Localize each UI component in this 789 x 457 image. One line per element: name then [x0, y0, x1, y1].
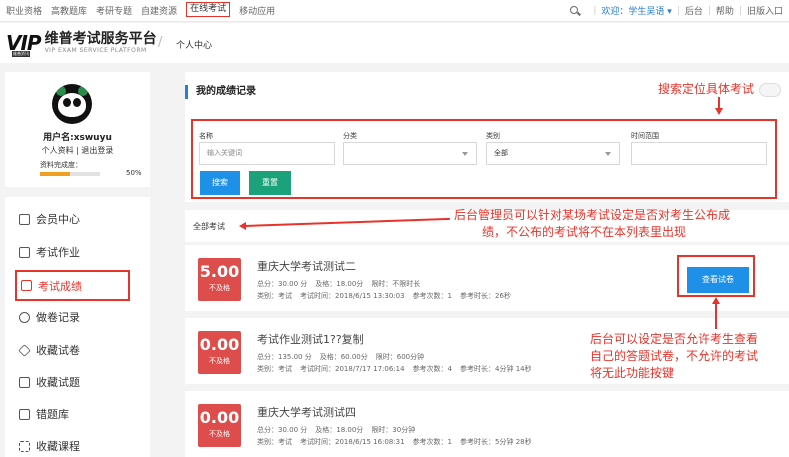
top-nav-links: 职业资格 高教题库 考研专题 自建资源 在线考试 移动应用	[6, 2, 284, 17]
exam-row[interactable]: 0.00 不及格 重庆大学考试测试四 总分：30.00 分及格：18.00分 限时…	[185, 391, 789, 457]
sidebar-item-fav-papers[interactable]: 收藏试卷	[15, 336, 135, 364]
score-badge: 5.00 不及格	[198, 258, 241, 301]
search-filters: 名称 输入关键词 分类 类别 全部 时间范围 搜索 重置	[191, 119, 777, 199]
sidebar-item-wrong-questions[interactable]: 错题库	[15, 400, 135, 428]
type-label: 类别	[486, 132, 500, 140]
completion-bar	[40, 172, 100, 176]
nav-link-online-exam[interactable]: 在线考试	[186, 2, 231, 17]
sidebar-menu: 会员中心 考试作业 考试成绩 做卷记录 收藏试卷 收藏试题 错题库 收藏课程	[5, 197, 150, 457]
records-title: 我的成绩记录	[185, 85, 256, 99]
exam-name[interactable]: 重庆大学考试测试二	[257, 258, 356, 274]
score-badge: 0.00 不及格	[198, 404, 241, 447]
completion-percent: 50%	[126, 169, 142, 177]
exam-name[interactable]: 重庆大学考试测试四	[257, 404, 356, 420]
favorite-questions-icon	[19, 376, 30, 388]
exam-meta: 总分：30.00 分及格：18.00分 限时：30分钟	[257, 426, 416, 434]
exam-name[interactable]: 考试作业测试1??复制	[257, 331, 364, 347]
sidebar-item-member-center[interactable]: 会员中心	[15, 205, 135, 233]
annotation-admin: 后台管理员可以针对某场考试设定是否对考生公布成 绩，不公布的考试将不在本列表里出…	[454, 208, 731, 239]
admin-link[interactable]: 后台	[685, 4, 703, 17]
logo-sub: 维普资讯	[12, 51, 30, 57]
user-menu[interactable]: 欢迎：学生吴语 ▾	[601, 4, 671, 17]
top-nav-right: | 欢迎：学生吴语 ▾ | 后台 | 帮助 | 旧版入口	[570, 4, 783, 17]
reset-button[interactable]: 重置	[249, 171, 291, 195]
platform-subtitle: VIP EXAM SERVICE PLATFORM	[44, 47, 147, 54]
sidebar-item-fav-questions[interactable]: 收藏试题	[15, 368, 135, 396]
search-button[interactable]: 搜索	[200, 171, 240, 195]
exam-meta: 总分：30.00 分及格：18.00分 限时：不限时长	[257, 280, 421, 288]
name-label: 名称	[199, 132, 213, 140]
scores-icon	[21, 280, 32, 291]
completion-label: 资料完成度：	[40, 161, 82, 169]
username: 用户名:xswuyu	[43, 133, 112, 143]
nav-link-career[interactable]: 职业资格	[6, 4, 42, 17]
search-icon[interactable]	[570, 5, 580, 16]
help-link[interactable]: 帮助	[716, 4, 734, 17]
exam-meta: 类别：考试 考试时间：2018/7/17 17:06:14 参考次数：4 参考时长：4…	[257, 365, 532, 373]
member-center-icon	[19, 213, 30, 225]
nav-link-postgrad[interactable]: 考研专题	[96, 4, 132, 17]
profile-links[interactable]: 个人资料 | 退出登录	[5, 145, 150, 156]
category-select[interactable]	[343, 142, 477, 165]
category-label: 分类	[343, 132, 357, 140]
exam-meta: 总分：135.00 分及格：60.00分 限时：600分钟	[257, 353, 425, 361]
nav-link-higher-ed[interactable]: 高教题库	[51, 4, 87, 17]
chevron-down-icon	[605, 152, 611, 156]
list-title: 全部考试	[193, 222, 225, 231]
site-header: VIP 维普资讯 维普考试服务平台 VIP EXAM SERVICE PLATF…	[0, 23, 789, 63]
nav-link-self-built[interactable]: 自建资源	[141, 4, 177, 17]
favorite-papers-icon	[18, 343, 31, 357]
time-range-label: 时间范围	[631, 132, 659, 140]
platform-title: 维普考试服务平台	[44, 31, 157, 47]
annotation-view: 后台可以设定是否允许考生查看 自己的答题试卷，不允许的考试 将无此功能按键	[590, 331, 789, 382]
score-badge: 0.00 不及格	[198, 331, 241, 374]
courses-icon	[19, 440, 30, 452]
sidebar-item-fav-courses[interactable]: 收藏课程	[15, 432, 135, 457]
toggle-icon[interactable]	[759, 83, 781, 97]
nav-link-mobile[interactable]: 移动应用	[239, 4, 275, 17]
breadcrumb: 个人中心	[176, 41, 213, 51]
chevron-down-icon	[462, 152, 468, 156]
history-icon	[19, 311, 30, 323]
sidebar-item-exam-scores[interactable]: 考试成绩	[15, 270, 130, 301]
exam-meta: 类别：考试 考试时间：2018/6/15 16:08:31 参考次数：1 参考时长：5…	[257, 438, 532, 446]
wrong-questions-icon	[19, 408, 30, 420]
avatar[interactable]	[52, 84, 92, 124]
name-input[interactable]: 输入关键词	[199, 142, 335, 165]
top-nav: 职业资格 高教题库 考研专题 自建资源 在线考试 移动应用 | 欢迎：学生吴语 …	[0, 0, 789, 22]
sidebar-item-exam-homework[interactable]: 考试作业	[15, 238, 135, 266]
exam-meta: 类别：考试 考试时间：2018/6/15 13:30:03 参考次数：1 参考时长：2…	[257, 292, 511, 300]
time-range-input[interactable]	[631, 142, 767, 165]
logo[interactable]: VIP 维普资讯 维普考试服务平台 VIP EXAM SERVICE PLATF…	[6, 31, 157, 57]
old-version-link[interactable]: 旧版入口	[747, 4, 783, 17]
type-select[interactable]: 全部	[486, 142, 620, 165]
homework-icon	[19, 246, 30, 258]
annotation-search: 搜索定位具体考试	[658, 82, 755, 96]
profile-card: 用户名:xswuyu 个人资料 | 退出登录 资料完成度： 50%	[5, 72, 150, 187]
sidebar-item-paper-records[interactable]: 做卷记录	[15, 303, 135, 331]
